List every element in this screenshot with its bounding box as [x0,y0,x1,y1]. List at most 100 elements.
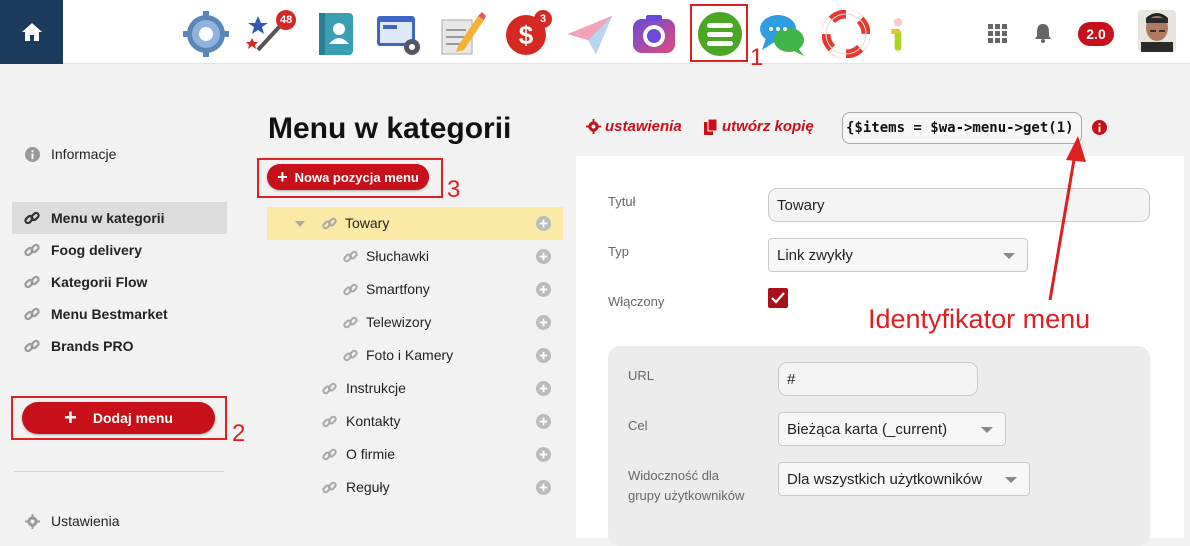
sidebar-item-menu-w-kategorii[interactable]: Menu w kategorii [12,202,227,234]
enabled-checkbox[interactable] [768,288,788,308]
tree-item-telewizory[interactable]: Telewizory [267,306,563,339]
tree-item-label: Kontakty [346,413,401,429]
menu-identifier-annotation: Identyfikator menu [868,304,1091,334]
tree-item-instrukcje[interactable]: Instrukcje [267,372,563,405]
site-app-icon[interactable] [372,8,424,60]
copy-link[interactable]: utwórz kopię [704,118,814,135]
top-bar: 48 $ 3 2.0 [0,0,1190,64]
sidebar-item-kategorii-flow[interactable]: Kategorii Flow [12,266,227,298]
link-icon [24,210,40,226]
sidebar-item-label: Kategorii Flow [51,274,148,290]
type-select-value: Link zwykły [777,246,853,264]
add-subitem-icon[interactable] [536,282,551,300]
chevron-down-icon [981,427,993,433]
visibility-select-value: Dla wszystkich użytkowników [787,470,983,488]
add-subitem-icon[interactable] [536,315,551,333]
annotation-number-2: 2 [232,420,246,447]
add-subitem-icon[interactable] [536,249,551,267]
tree-item-towary[interactable]: Towary [267,207,563,240]
annotation-box-3 [257,158,443,198]
tree-item-reguly[interactable]: Reguły [267,471,563,504]
sidebar-item-info[interactable]: Informacje [12,138,227,170]
tree-item-label: Smartfony [366,281,430,297]
type-select[interactable]: Link zwykły [768,238,1028,272]
sidebar-item-label: Foog delivery [51,242,143,258]
sidebar-item-label: Brands PRO [51,338,134,354]
link-icon [322,447,337,465]
mailer-app-icon[interactable] [564,8,616,60]
tree-item-sluchawki[interactable]: Słuchawki [267,240,563,273]
chevron-down-icon[interactable] [295,221,305,227]
checkmark-icon [771,292,785,304]
target-select-value: Bieżąca karta (_current) [787,420,948,438]
add-subitem-icon[interactable] [536,480,551,498]
chevron-down-icon [1005,477,1017,483]
sidebar-item-foog-delivery[interactable]: Foog delivery [12,234,227,266]
chat-app-icon[interactable] [756,8,808,60]
chevron-down-icon [1003,253,1015,259]
tree-item-o-firmie[interactable]: O firmie [267,438,563,471]
gear-icon [24,513,40,529]
enabled-label: Włączony [608,294,665,309]
apps-grid-icon[interactable] [988,24,1008,44]
tree-item-label: Foto i Kamery [366,347,454,363]
bell-icon[interactable] [1034,23,1052,43]
photos-app-icon[interactable] [628,8,680,60]
link-icon [343,315,358,333]
sidebar-item-menu-bestmarket[interactable]: Menu Bestmarket [12,298,227,330]
settings-app-icon[interactable] [180,8,232,60]
contacts-app-icon[interactable] [310,8,362,60]
link-icon [343,249,358,267]
magic-wand-app-icon[interactable]: 48 [244,8,297,60]
sidebar-item-label: Informacje [51,146,117,162]
sidebar-item-settings[interactable]: Ustawienia [12,505,227,537]
annotation-number-3: 3 [447,176,461,203]
target-select[interactable]: Bieżąca karta (_current) [778,412,1006,446]
annotation-arrow [1048,136,1086,301]
copy-icon [704,118,718,135]
tree-item-label: O firmie [346,446,395,462]
home-button[interactable] [0,0,63,64]
link-icon [322,381,337,399]
link-icon [24,274,40,290]
tree-item-foto-i-kamery[interactable]: Foto i Kamery [267,339,563,372]
shop-app-icon[interactable]: $ 3 [500,8,552,60]
add-subitem-icon[interactable] [536,381,551,399]
blog-app-icon[interactable] [436,8,488,60]
sidebar-item-brands-pro[interactable]: Brands PRO [12,330,227,362]
info-app-icon[interactable] [878,8,918,60]
tree-item-label: Reguły [346,479,390,495]
title-label: Tytuł [608,194,636,209]
url-label: URL [628,368,655,383]
link-icon [322,480,337,498]
settings-link-label: ustawienia [605,118,682,135]
add-subitem-icon[interactable] [536,216,551,234]
visibility-label: Widoczność dla grupy użytkowników [628,468,745,503]
link-icon [24,306,40,322]
add-subitem-icon[interactable] [536,348,551,366]
link-icon [322,414,337,432]
tree-item-label: Telewizory [366,314,432,330]
annotation-number-1: 1 [750,44,764,71]
add-subitem-icon[interactable] [536,414,551,432]
link-icon [343,348,358,366]
avatar[interactable] [1138,10,1176,52]
url-field[interactable]: # [778,362,978,396]
settings-link[interactable]: ustawienia [586,118,682,135]
helpdesk-app-icon[interactable] [820,8,872,60]
link-icon [24,242,40,258]
visibility-select[interactable]: Dla wszystkich użytkowników [778,462,1030,496]
link-icon [24,338,40,354]
sidebar-item-label: Ustawienia [51,513,120,529]
annotation-box-1 [690,4,748,62]
add-subitem-icon[interactable] [536,447,551,465]
link-icon [322,216,337,234]
target-label: Cel [628,418,648,433]
annotation-box-2 [11,396,227,440]
type-label: Typ [608,244,629,259]
tree-item-kontakty[interactable]: Kontakty [267,405,563,438]
sidebar-item-label: Menu w kategorii [51,210,165,226]
version-badge[interactable]: 2.0 [1078,22,1114,46]
tree-item-smartfony[interactable]: Smartfony [267,273,563,306]
sidebar-divider [14,471,224,472]
